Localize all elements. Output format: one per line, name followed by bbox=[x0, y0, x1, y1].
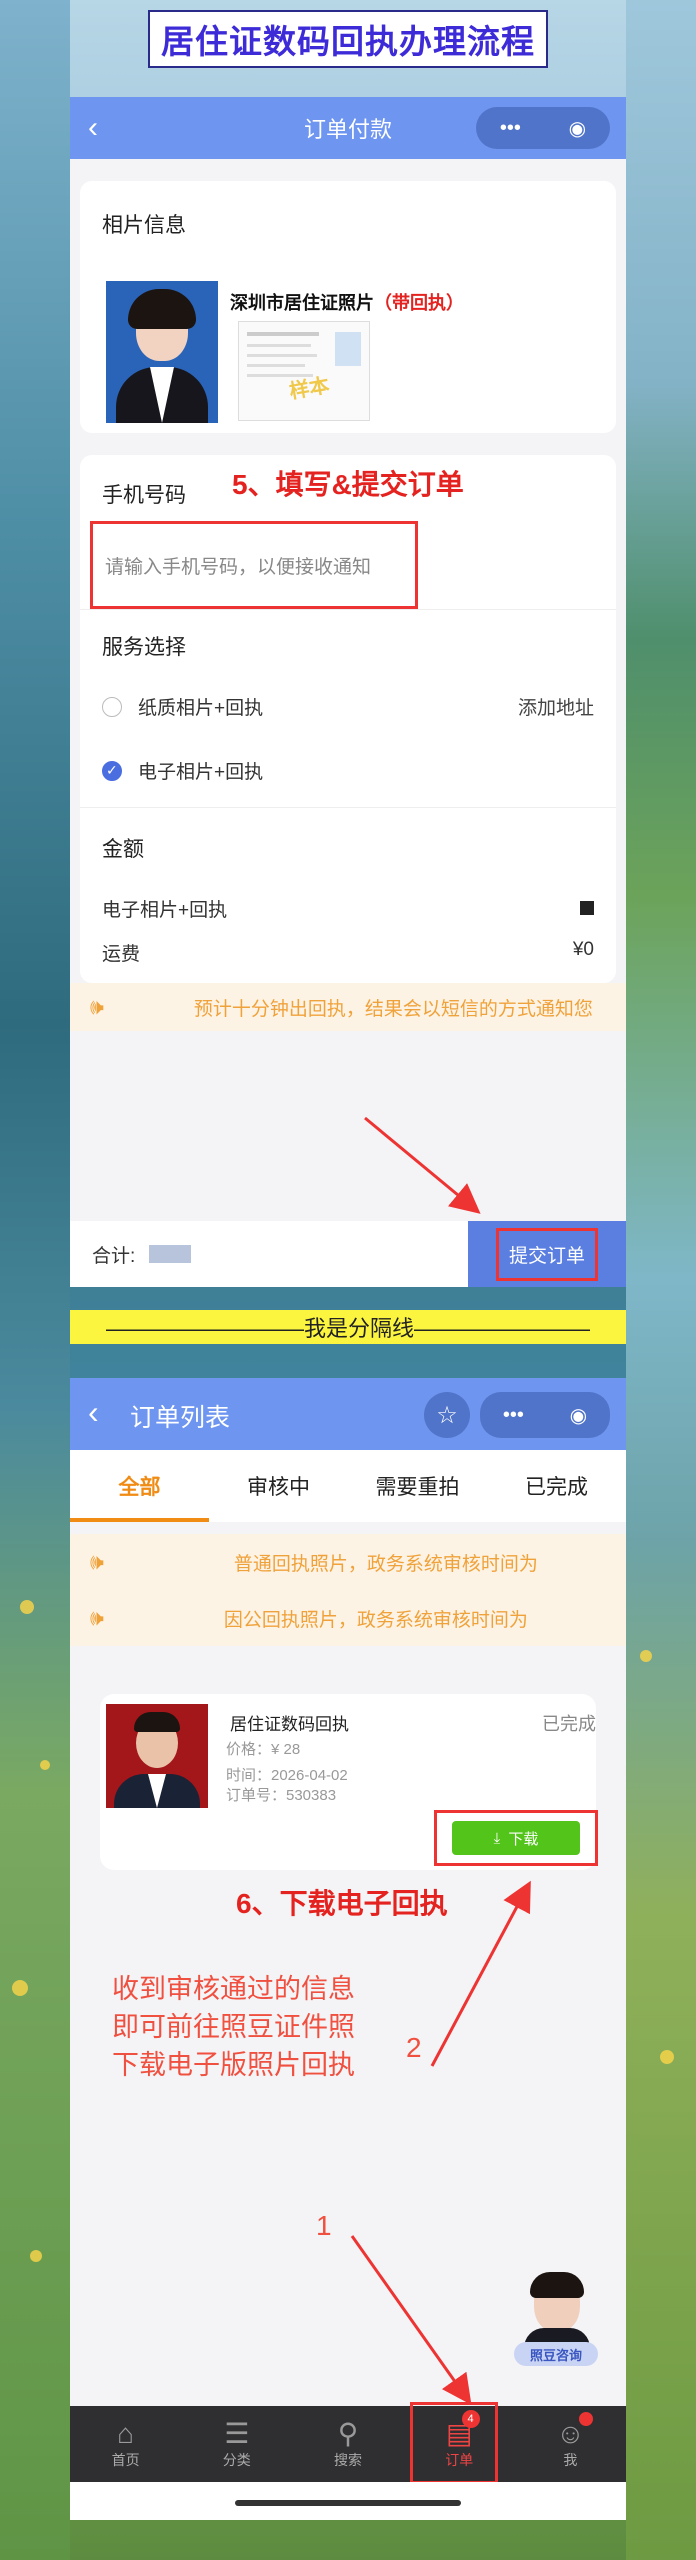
arrow-to-download bbox=[430, 1880, 531, 2067]
annotation-arrows bbox=[350, 1116, 531, 2405]
arrow-to-orders bbox=[350, 2235, 472, 2405]
arrow-to-submit bbox=[364, 1116, 481, 1214]
